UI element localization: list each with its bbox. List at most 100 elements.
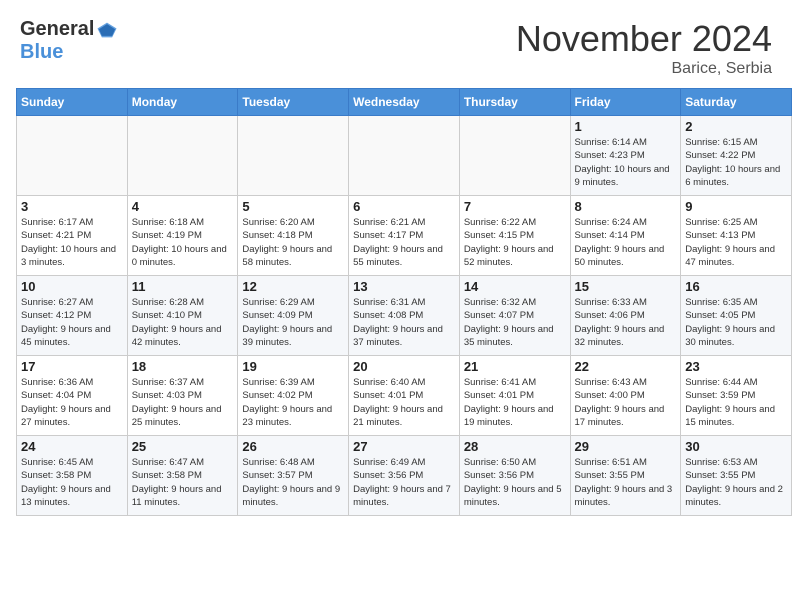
title-area: November 2024 Barice, Serbia	[516, 18, 772, 78]
calendar-empty-cell	[127, 116, 238, 196]
calendar-week-5: 24Sunrise: 6:45 AM Sunset: 3:58 PM Dayli…	[17, 436, 792, 516]
day-number: 19	[242, 359, 344, 374]
day-number: 13	[353, 279, 455, 294]
calendar-week-1: 1 Sunrise: 6:14 AM Sunset: 4:23 PM Daylig…	[17, 116, 792, 196]
day-number: 14	[464, 279, 566, 294]
logo-icon	[96, 19, 118, 41]
weekday-header-monday: Monday	[127, 89, 238, 116]
weekday-header-tuesday: Tuesday	[238, 89, 349, 116]
calendar-week-2: 3Sunrise: 6:17 AM Sunset: 4:21 PM Daylig…	[17, 196, 792, 276]
calendar-empty-cell	[459, 116, 570, 196]
calendar-day-17: 17 Sunrise: 6:36 AM Sunset: 4:04 PM Dayli…	[17, 356, 128, 436]
day-number: 7	[464, 199, 566, 214]
calendar-day-6: 6 Sunrise: 6:21 AM Sunset: 4:17 PM Daylig…	[349, 196, 460, 276]
calendar-day-30: 30 Sunrise: 6:53 AM Sunset: 3:55 PM Dayli…	[681, 436, 792, 516]
day-info: Sunrise: 6:22 AM Sunset: 4:15 PM Dayligh…	[464, 216, 566, 269]
calendar-body: 1 Sunrise: 6:14 AM Sunset: 4:23 PM Daylig…	[17, 116, 792, 516]
logo-general-text: General	[20, 18, 94, 41]
day-number: 17	[21, 359, 123, 374]
calendar-day-9: 9Sunrise: 6:25 AM Sunset: 4:13 PM Daylig…	[681, 196, 792, 276]
calendar-day-7: 7 Sunrise: 6:22 AM Sunset: 4:15 PM Daylig…	[459, 196, 570, 276]
day-number: 4	[132, 199, 234, 214]
day-info: Sunrise: 6:28 AM Sunset: 4:10 PM Dayligh…	[132, 296, 234, 349]
calendar-day-25: 25 Sunrise: 6:47 AM Sunset: 3:58 PM Dayli…	[127, 436, 238, 516]
day-info: Sunrise: 6:53 AM Sunset: 3:55 PM Dayligh…	[685, 456, 787, 509]
day-info: Sunrise: 6:50 AM Sunset: 3:56 PM Dayligh…	[464, 456, 566, 509]
day-info: Sunrise: 6:45 AM Sunset: 3:58 PM Dayligh…	[21, 456, 123, 509]
weekday-header-sunday: Sunday	[17, 89, 128, 116]
weekday-header-saturday: Saturday	[681, 89, 792, 116]
day-number: 6	[353, 199, 455, 214]
day-info: Sunrise: 6:47 AM Sunset: 3:58 PM Dayligh…	[132, 456, 234, 509]
calendar-day-18: 18 Sunrise: 6:37 AM Sunset: 4:03 PM Dayli…	[127, 356, 238, 436]
calendar-week-3: 10Sunrise: 6:27 AM Sunset: 4:12 PM Dayli…	[17, 276, 792, 356]
day-number: 26	[242, 439, 344, 454]
day-info: Sunrise: 6:33 AM Sunset: 4:06 PM Dayligh…	[575, 296, 677, 349]
calendar-day-13: 13 Sunrise: 6:31 AM Sunset: 4:08 PM Dayli…	[349, 276, 460, 356]
calendar-week-4: 17 Sunrise: 6:36 AM Sunset: 4:04 PM Dayli…	[17, 356, 792, 436]
day-info: Sunrise: 6:14 AM Sunset: 4:23 PM Dayligh…	[575, 136, 677, 189]
day-number: 27	[353, 439, 455, 454]
calendar-day-12: 12Sunrise: 6:29 AM Sunset: 4:09 PM Dayli…	[238, 276, 349, 356]
calendar-day-3: 3Sunrise: 6:17 AM Sunset: 4:21 PM Daylig…	[17, 196, 128, 276]
calendar-day-5: 5 Sunrise: 6:20 AM Sunset: 4:18 PM Daylig…	[238, 196, 349, 276]
day-info: Sunrise: 6:24 AM Sunset: 4:14 PM Dayligh…	[575, 216, 677, 269]
day-number: 18	[132, 359, 234, 374]
calendar-day-1: 1 Sunrise: 6:14 AM Sunset: 4:23 PM Daylig…	[570, 116, 681, 196]
logo: General Blue	[20, 18, 118, 64]
day-info: Sunrise: 6:29 AM Sunset: 4:09 PM Dayligh…	[242, 296, 344, 349]
weekday-header-thursday: Thursday	[459, 89, 570, 116]
day-info: Sunrise: 6:35 AM Sunset: 4:05 PM Dayligh…	[685, 296, 787, 349]
calendar-day-8: 8Sunrise: 6:24 AM Sunset: 4:14 PM Daylig…	[570, 196, 681, 276]
calendar-day-22: 22Sunrise: 6:43 AM Sunset: 4:00 PM Dayli…	[570, 356, 681, 436]
month-title: November 2024	[516, 18, 772, 60]
day-info: Sunrise: 6:40 AM Sunset: 4:01 PM Dayligh…	[353, 376, 455, 429]
day-info: Sunrise: 6:20 AM Sunset: 4:18 PM Dayligh…	[242, 216, 344, 269]
calendar-day-2: 2Sunrise: 6:15 AM Sunset: 4:22 PM Daylig…	[681, 116, 792, 196]
day-number: 29	[575, 439, 677, 454]
weekday-header-row: SundayMondayTuesdayWednesdayThursdayFrid…	[17, 89, 792, 116]
day-number: 15	[575, 279, 677, 294]
day-info: Sunrise: 6:25 AM Sunset: 4:13 PM Dayligh…	[685, 216, 787, 269]
day-number: 30	[685, 439, 787, 454]
day-info: Sunrise: 6:17 AM Sunset: 4:21 PM Dayligh…	[21, 216, 123, 269]
calendar-day-23: 23 Sunrise: 6:44 AM Sunset: 3:59 PM Dayli…	[681, 356, 792, 436]
day-info: Sunrise: 6:31 AM Sunset: 4:08 PM Dayligh…	[353, 296, 455, 349]
calendar-day-14: 14 Sunrise: 6:32 AM Sunset: 4:07 PM Dayli…	[459, 276, 570, 356]
day-number: 21	[464, 359, 566, 374]
day-info: Sunrise: 6:48 AM Sunset: 3:57 PM Dayligh…	[242, 456, 344, 509]
calendar-day-11: 11 Sunrise: 6:28 AM Sunset: 4:10 PM Dayli…	[127, 276, 238, 356]
calendar-header: SundayMondayTuesdayWednesdayThursdayFrid…	[17, 89, 792, 116]
day-info: Sunrise: 6:21 AM Sunset: 4:17 PM Dayligh…	[353, 216, 455, 269]
page-header: General Blue November 2024 Barice, Serbi…	[0, 0, 792, 88]
day-number: 25	[132, 439, 234, 454]
day-info: Sunrise: 6:27 AM Sunset: 4:12 PM Dayligh…	[21, 296, 123, 349]
calendar-day-27: 27 Sunrise: 6:49 AM Sunset: 3:56 PM Dayli…	[349, 436, 460, 516]
calendar: SundayMondayTuesdayWednesdayThursdayFrid…	[16, 88, 792, 516]
day-number: 23	[685, 359, 787, 374]
calendar-day-4: 4Sunrise: 6:18 AM Sunset: 4:19 PM Daylig…	[127, 196, 238, 276]
logo-blue-text: Blue	[20, 41, 63, 64]
calendar-empty-cell	[349, 116, 460, 196]
calendar-day-28: 28Sunrise: 6:50 AM Sunset: 3:56 PM Dayli…	[459, 436, 570, 516]
day-number: 22	[575, 359, 677, 374]
calendar-day-24: 24Sunrise: 6:45 AM Sunset: 3:58 PM Dayli…	[17, 436, 128, 516]
day-number: 2	[685, 119, 787, 134]
day-number: 16	[685, 279, 787, 294]
day-info: Sunrise: 6:44 AM Sunset: 3:59 PM Dayligh…	[685, 376, 787, 429]
day-info: Sunrise: 6:32 AM Sunset: 4:07 PM Dayligh…	[464, 296, 566, 349]
calendar-day-16: 16 Sunrise: 6:35 AM Sunset: 4:05 PM Dayli…	[681, 276, 792, 356]
day-number: 20	[353, 359, 455, 374]
day-info: Sunrise: 6:39 AM Sunset: 4:02 PM Dayligh…	[242, 376, 344, 429]
weekday-header-friday: Friday	[570, 89, 681, 116]
weekday-header-wednesday: Wednesday	[349, 89, 460, 116]
day-info: Sunrise: 6:49 AM Sunset: 3:56 PM Dayligh…	[353, 456, 455, 509]
day-number: 1	[575, 119, 677, 134]
calendar-wrapper: SundayMondayTuesdayWednesdayThursdayFrid…	[0, 88, 792, 524]
day-number: 5	[242, 199, 344, 214]
day-number: 11	[132, 279, 234, 294]
location: Barice, Serbia	[516, 60, 772, 78]
calendar-day-15: 15 Sunrise: 6:33 AM Sunset: 4:06 PM Dayli…	[570, 276, 681, 356]
day-info: Sunrise: 6:36 AM Sunset: 4:04 PM Dayligh…	[21, 376, 123, 429]
day-info: Sunrise: 6:37 AM Sunset: 4:03 PM Dayligh…	[132, 376, 234, 429]
